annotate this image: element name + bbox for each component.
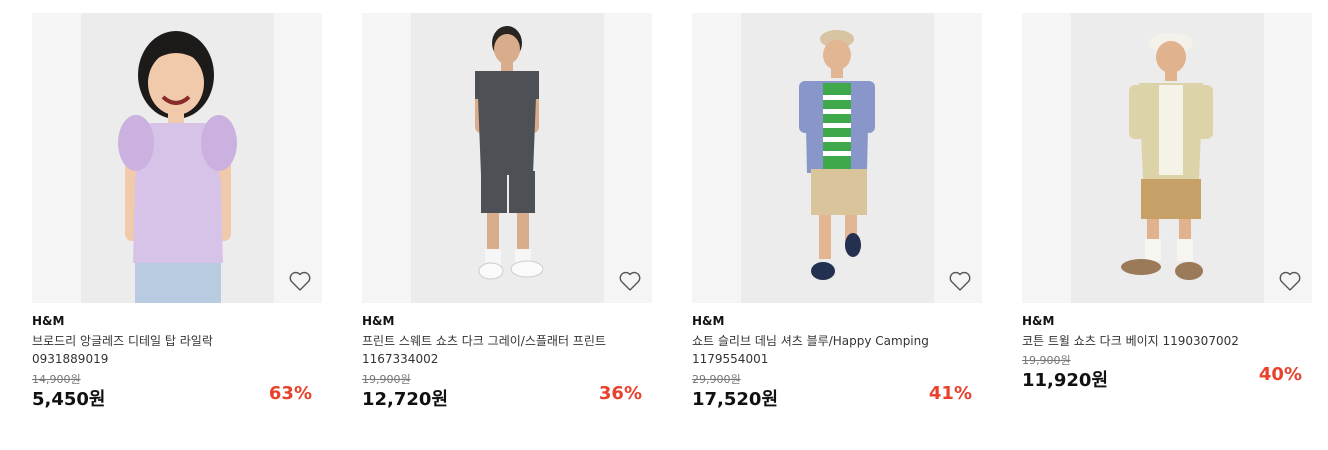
price-row: 12,720원 36%	[362, 383, 652, 412]
product-photo	[81, 13, 274, 303]
product-brand[interactable]: H&M	[362, 314, 652, 329]
product-name[interactable]: 코튼 트윌 쇼츠 다크 베이지 1190307002	[1022, 332, 1312, 350]
price-row: 17,520원 41%	[692, 383, 982, 412]
product-image[interactable]	[362, 13, 652, 303]
product-photo	[1071, 13, 1264, 303]
product-brand[interactable]: H&M	[32, 314, 322, 329]
discount-rate: 41%	[928, 383, 972, 404]
product-name[interactable]: 프린트 스웨트 쇼츠 다크 그레이/스플래터 프린트	[362, 332, 652, 350]
product-name[interactable]: 브로드리 앙글레즈 디테일 탑 라일락	[32, 332, 322, 350]
product-brand[interactable]: H&M	[1022, 314, 1312, 329]
sale-price: 11,920원	[1022, 370, 1109, 391]
product-card[interactable]: H&M 프린트 스웨트 쇼츠 다크 그레이/스플래터 프린트 116733400…	[362, 13, 652, 412]
product-card[interactable]: H&M 브로드리 앙글레즈 디테일 탑 라일락 0931889019 14,90…	[32, 13, 322, 412]
discount-rate: 40%	[1258, 364, 1302, 385]
product-code: 1167334002	[362, 352, 439, 366]
product-name[interactable]: 쇼트 슬리브 데님 셔츠 블루/Happy Camping	[692, 332, 982, 350]
heart-icon[interactable]	[618, 269, 642, 293]
sale-price: 5,450원	[32, 389, 106, 410]
product-card[interactable]: H&M 코튼 트윌 쇼츠 다크 베이지 1190307002 19,900원 1…	[1022, 13, 1312, 393]
product-brand[interactable]: H&M	[692, 314, 982, 329]
heart-icon[interactable]	[948, 269, 972, 293]
product-photo	[741, 13, 934, 303]
price-row: 5,450원 63%	[32, 383, 322, 412]
discount-rate: 36%	[598, 383, 642, 404]
sale-price: 12,720원	[362, 389, 449, 410]
heart-icon[interactable]	[1278, 269, 1302, 293]
heart-icon[interactable]	[288, 269, 312, 293]
price-row: 11,920원 40%	[1022, 364, 1312, 393]
product-code: 1179554001	[692, 352, 769, 366]
product-card[interactable]: H&M 쇼트 슬리브 데님 셔츠 블루/Happy Camping 117955…	[692, 13, 982, 412]
product-image[interactable]	[1022, 13, 1312, 303]
discount-rate: 63%	[268, 383, 312, 404]
product-image[interactable]	[32, 13, 322, 303]
product-grid: H&M 브로드리 앙글레즈 디테일 탑 라일락 0931889019 14,90…	[0, 0, 1328, 450]
product-image[interactable]	[692, 13, 982, 303]
product-code: 0931889019	[32, 352, 109, 366]
sale-price: 17,520원	[692, 389, 779, 410]
product-photo	[411, 13, 604, 303]
